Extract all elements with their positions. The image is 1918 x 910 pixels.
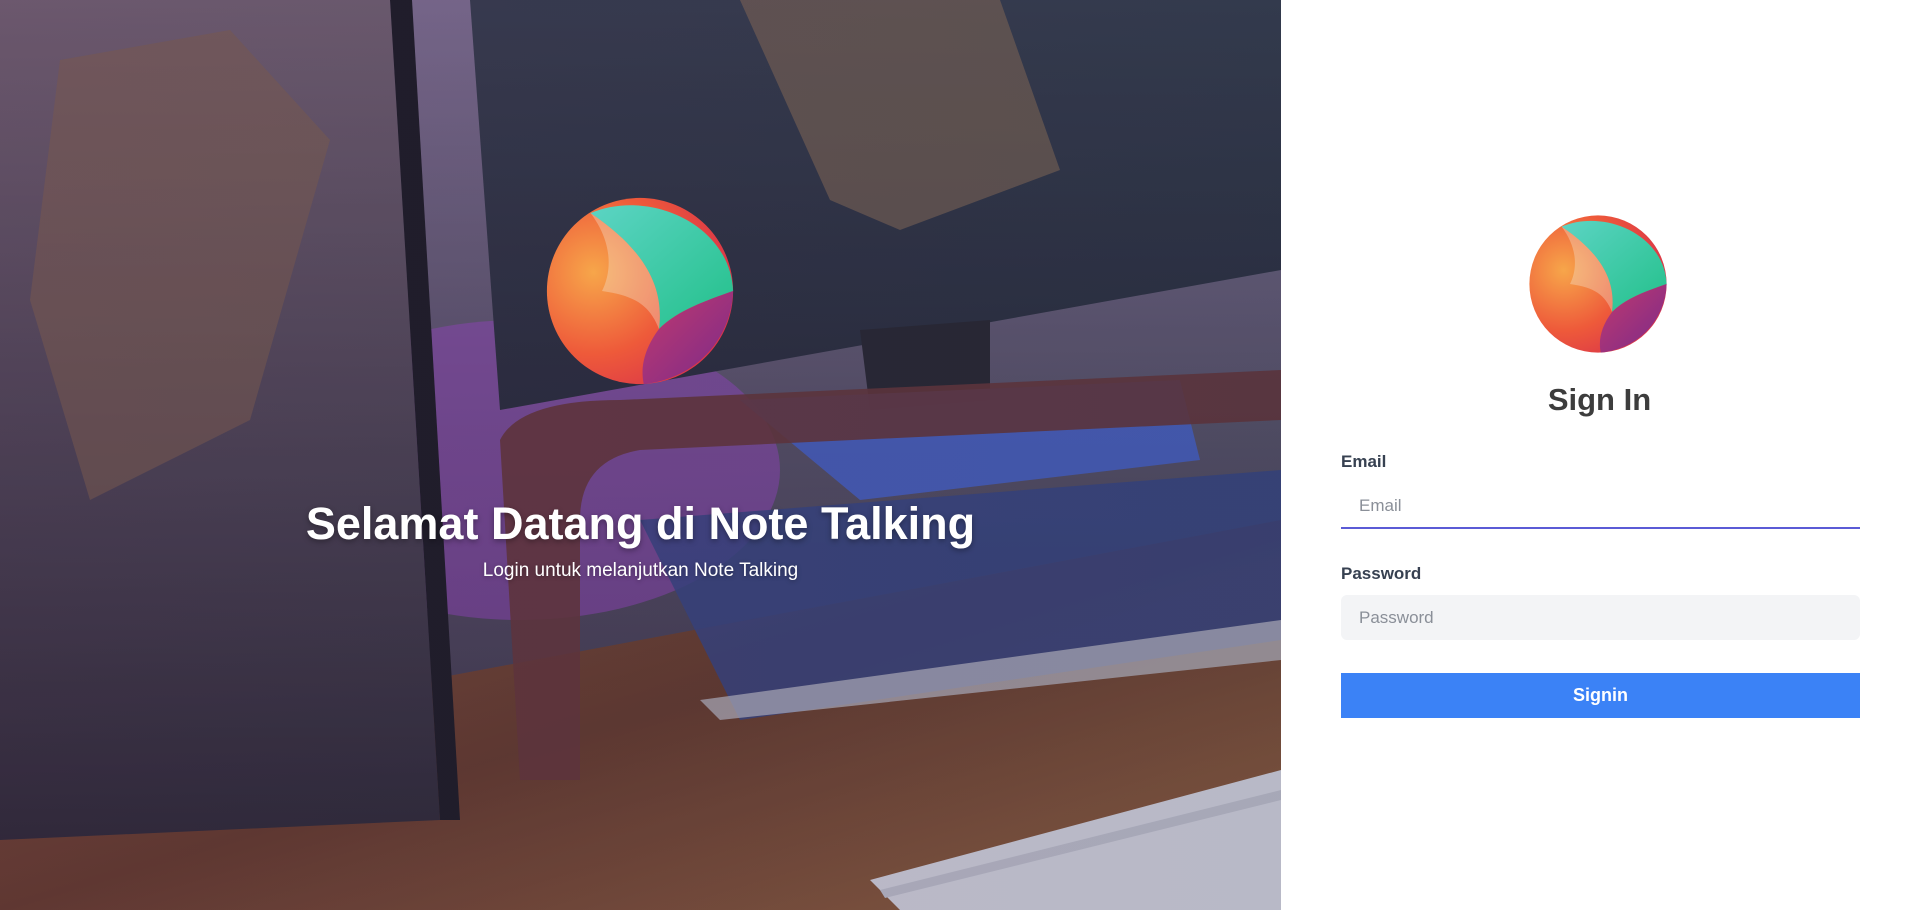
password-input[interactable] <box>1341 595 1860 640</box>
email-input[interactable] <box>1341 484 1860 529</box>
signin-panel: Sign In Email Password Signin <box>1281 0 1918 910</box>
signin-button[interactable]: Signin <box>1341 673 1860 718</box>
email-label: Email <box>1341 452 1387 471</box>
hero-section: Selamat Datang di Note Talking Login unt… <box>0 0 1281 910</box>
signin-title: Sign In <box>1547 382 1652 417</box>
login-page: Selamat Datang di Note Talking Login unt… <box>0 0 1918 910</box>
hero-overlay <box>0 0 1281 910</box>
note-talking-logo-icon <box>1529 215 1667 353</box>
note-talking-logo-icon <box>546 197 734 385</box>
hero-subtitle: Login untuk melanjutkan Note Talking <box>482 560 799 581</box>
password-label: Password <box>1341 564 1422 583</box>
hero-title: Selamat Datang di Note Talking <box>305 498 976 549</box>
